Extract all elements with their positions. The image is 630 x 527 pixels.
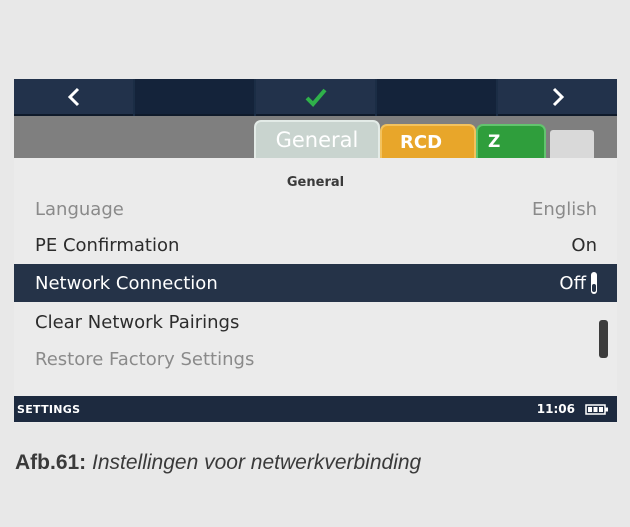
back-button[interactable] — [14, 79, 133, 116]
navigation-bar — [14, 79, 617, 116]
caption-figure-number: Afb.61: — [15, 451, 87, 474]
setting-row-pe-confirmation[interactable]: PE Confirmation On — [14, 227, 617, 263]
figure-caption: Afb.61: Instellingen voor netwerkverbind… — [15, 451, 421, 475]
confirm-button[interactable] — [256, 79, 375, 116]
tab-blank[interactable] — [550, 130, 594, 158]
tab-z-label: Z — [488, 132, 501, 152]
status-right-group: 11:06 — [537, 402, 609, 416]
blank-button-1[interactable] — [135, 79, 254, 116]
chevron-right-icon — [552, 87, 564, 106]
chevron-left-icon — [67, 87, 79, 106]
setting-value: English — [532, 198, 597, 220]
forward-button[interactable] — [498, 79, 617, 116]
scrollbar-thumb[interactable] — [599, 320, 608, 358]
tab-strip: General RCD Z — [14, 116, 617, 158]
battery-icon — [585, 403, 608, 415]
setting-label: Restore Factory Settings — [35, 348, 255, 370]
tab-general-label: General — [275, 128, 359, 152]
caption-text: Instellingen voor netwerkverbinding — [92, 451, 422, 474]
setting-row-clear-network-pairings[interactable]: Clear Network Pairings — [14, 304, 617, 340]
tab-z[interactable]: Z — [476, 124, 546, 158]
setting-value: Off — [559, 272, 586, 294]
setting-label: PE Confirmation — [35, 234, 180, 256]
status-time: 11:06 — [536, 402, 575, 416]
setting-label: Clear Network Pairings — [35, 311, 240, 333]
setting-row-language[interactable]: Language English — [14, 191, 617, 227]
toggle-cursor-icon — [591, 272, 597, 294]
checkmark-icon — [305, 88, 327, 107]
tab-general[interactable]: General — [254, 120, 380, 158]
tab-rcd[interactable]: RCD — [380, 124, 476, 158]
blank-button-2[interactable] — [377, 79, 496, 116]
setting-label: Network Connection — [35, 272, 218, 294]
setting-value: On — [571, 234, 597, 256]
setting-row-network-connection[interactable]: Network Connection Off — [14, 264, 617, 302]
tab-rcd-label: RCD — [400, 131, 443, 153]
status-mode: SETTINGS — [17, 402, 81, 416]
status-bar: SETTINGS 11:06 — [14, 396, 617, 422]
setting-label: Language — [35, 198, 124, 220]
section-title: General — [286, 175, 345, 190]
setting-value-group: Off — [559, 272, 597, 294]
setting-row-restore-factory-settings[interactable]: Restore Factory Settings — [14, 341, 617, 377]
device-screen: General RCD Z General Language English P… — [14, 79, 617, 423]
